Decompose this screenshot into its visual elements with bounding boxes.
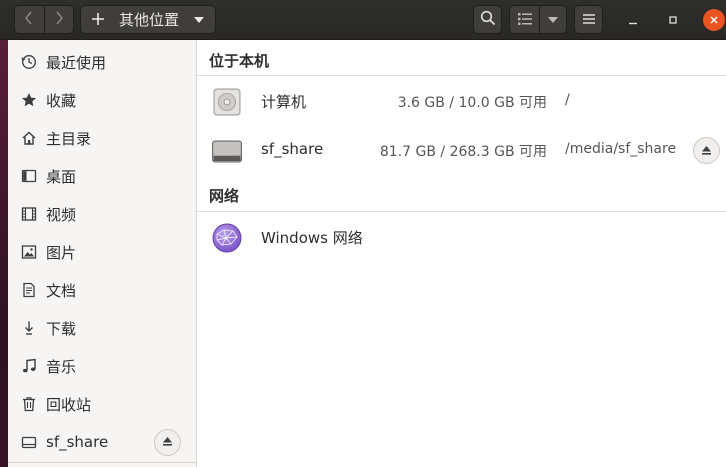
plus-icon (91, 11, 105, 29)
other-locations-view: 位于本机 计算机 3.6 GB / 10.0 GB 可用 / sf_share … (197, 40, 726, 467)
navigation-buttons (14, 5, 74, 34)
home-icon (20, 129, 38, 147)
trash-icon (20, 395, 38, 413)
sidebar-item-recent[interactable]: 最近使用 (8, 43, 196, 81)
drive-icon (20, 433, 38, 451)
music-icon (20, 357, 38, 375)
network-globe-icon (211, 222, 243, 254)
back-button[interactable] (15, 6, 44, 33)
view-options (509, 5, 567, 34)
section-title-network: 网络 (209, 187, 240, 205)
download-icon (20, 319, 38, 337)
maximize-icon (668, 11, 678, 29)
desktop-background-edge (0, 40, 8, 467)
location-name: sf_share (261, 140, 324, 158)
sidebar-item-label: 文档 (46, 281, 77, 300)
location-path: / (565, 92, 570, 108)
chevron-right-icon (54, 10, 64, 30)
sidebar-item-home[interactable]: 主目录 (8, 119, 196, 157)
view-dropdown-button[interactable] (539, 6, 566, 33)
sidebar-item-label: 收藏 (46, 91, 77, 110)
search-button[interactable] (473, 5, 502, 34)
desktop-icon (20, 167, 38, 185)
document-icon (20, 281, 38, 299)
location-row-sf-share[interactable]: sf_share 81.7 GB / 268.3 GB 可用 /media/sf… (197, 126, 726, 174)
list-view-icon (517, 11, 532, 29)
forward-button[interactable] (43, 6, 74, 33)
film-icon (20, 205, 38, 223)
maximize-button[interactable] (662, 9, 684, 31)
sidebar-item-label: 回收站 (46, 395, 92, 414)
sidebar-item-label: 最近使用 (46, 53, 107, 72)
hamburger-icon (582, 11, 596, 29)
sidebar-item-pictures[interactable]: 图片 (8, 233, 196, 271)
close-button[interactable] (703, 9, 725, 31)
sidebar-item-label: sf_share (46, 433, 109, 451)
location-row-windows-network[interactable]: Windows 网络 (197, 213, 726, 261)
sidebar-item-label: 下载 (46, 319, 77, 338)
section-divider (197, 211, 726, 212)
eject-button[interactable] (154, 428, 181, 456)
chevron-down-icon (548, 16, 558, 23)
location-name: 计算机 (261, 93, 307, 111)
sidebar-item-sf-share[interactable]: sf_share (8, 423, 196, 461)
image-icon (20, 243, 38, 261)
location-free-space: 81.7 GB / 268.3 GB 可用 (379, 144, 547, 160)
drive-icon (211, 135, 243, 167)
section-divider (197, 75, 726, 76)
location-name: Windows 网络 (261, 229, 363, 247)
list-view-button[interactable] (510, 6, 539, 33)
header-bar: 其他位置 (0, 0, 726, 40)
section-title-this-computer: 位于本机 (209, 52, 270, 70)
sidebar-item-music[interactable]: 音乐 (8, 347, 196, 385)
sidebar-item-downloads[interactable]: 下载 (8, 309, 196, 347)
sidebar-item-desktop[interactable]: 桌面 (8, 157, 196, 195)
sidebar-divider (8, 462, 196, 463)
sidebar-item-documents[interactable]: 文档 (8, 271, 196, 309)
search-icon (480, 10, 496, 30)
eject-button[interactable] (693, 137, 720, 164)
eject-icon (162, 433, 173, 451)
path-label: 其他位置 (119, 11, 180, 29)
minimize-icon (628, 11, 638, 29)
star-icon (20, 91, 38, 109)
eject-icon (701, 142, 712, 160)
location-path: /media/sf_share (565, 141, 677, 157)
sidebar-item-starred[interactable]: 收藏 (8, 81, 196, 119)
menu-button[interactable] (574, 5, 603, 34)
sidebar-item-label: 视频 (46, 205, 77, 224)
location-free-space: 3.6 GB / 10.0 GB 可用 (397, 95, 547, 111)
close-icon (709, 11, 719, 29)
sidebar-item-label: 图片 (46, 243, 77, 262)
computer-disk-icon (211, 86, 243, 118)
sidebar-item-label: 音乐 (46, 357, 77, 376)
location-path-button[interactable]: 其他位置 (80, 5, 216, 34)
chevron-down-icon (194, 17, 204, 23)
minimize-button[interactable] (622, 9, 644, 31)
sidebar-item-trash[interactable]: 回收站 (8, 385, 196, 423)
sidebar-item-label: 桌面 (46, 167, 77, 186)
sidebar-item-videos[interactable]: 视频 (8, 195, 196, 233)
clock-icon (20, 53, 38, 71)
chevron-left-icon (24, 10, 34, 30)
location-row-computer[interactable]: 计算机 3.6 GB / 10.0 GB 可用 / (197, 77, 726, 125)
sidebar-item-label: 主目录 (46, 129, 92, 148)
